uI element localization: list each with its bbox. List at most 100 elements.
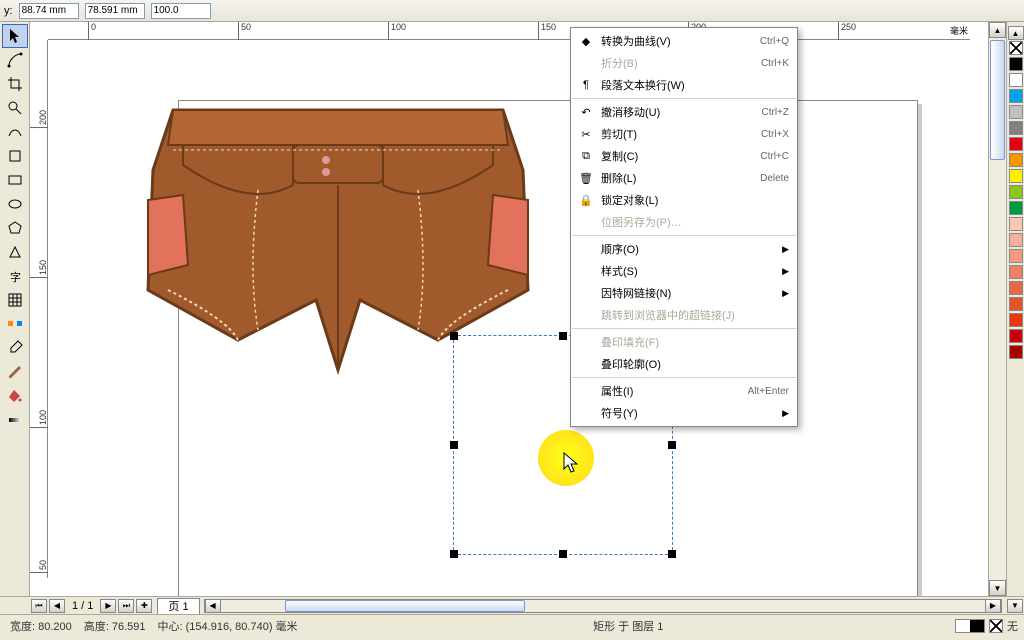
color-swatch[interactable] (1009, 89, 1023, 103)
menu-item[interactable]: 顺序(O)▶ (571, 238, 797, 260)
resize-handle-se[interactable] (668, 550, 676, 558)
interactive-fill-tool[interactable] (2, 408, 28, 432)
palette-up-button[interactable]: ▲ (1008, 26, 1024, 40)
table-tool[interactable] (2, 288, 28, 312)
scroll-right-button[interactable]: ▶ (985, 599, 1001, 613)
color-swatch[interactable] (1009, 249, 1023, 263)
vertical-ruler[interactable]: 20015010050 (30, 40, 48, 578)
status-bar: 宽度: 80.200 高度: 76.591 中心: (154.916, 80.7… (0, 614, 1024, 636)
menu-item[interactable]: 样式(S)▶ (571, 260, 797, 282)
hruler-tick: 50 (238, 22, 251, 40)
color-swatch[interactable] (1009, 185, 1023, 199)
interactive-blend-tool[interactable] (2, 312, 28, 336)
vruler-tick: 100 (30, 410, 48, 428)
drawing-canvas[interactable] (48, 40, 970, 578)
color-swatch[interactable] (1009, 73, 1023, 87)
ellipse-tool[interactable] (2, 192, 28, 216)
color-swatch[interactable] (1009, 153, 1023, 167)
freehand-tool[interactable] (2, 120, 28, 144)
menu-item[interactable]: ✂剪切(T)Ctrl+X (571, 123, 797, 145)
menu-item[interactable]: 符号(Y)▶ (571, 402, 797, 424)
svg-text:字: 字 (10, 270, 21, 284)
color-swatch[interactable] (1009, 201, 1023, 215)
hscroll-thumb[interactable] (285, 600, 525, 612)
menu-item: 跳转到浏览器中的超链接(J) (571, 304, 797, 326)
resize-handle-sw[interactable] (450, 550, 458, 558)
no-color-swatch[interactable] (1009, 41, 1023, 55)
last-page-button[interactable]: ⏭ (118, 599, 134, 613)
menu-item[interactable]: 叠印轮廓(O) (571, 353, 797, 375)
first-page-button[interactable]: ⏮ (31, 599, 47, 613)
vertical-scrollbar[interactable]: ▲ ▼ (988, 22, 1006, 596)
color-swatch[interactable] (1009, 57, 1023, 71)
menu-item[interactable]: ⧉复制(C)Ctrl+C (571, 145, 797, 167)
resize-handle-e[interactable] (668, 441, 676, 449)
menu-item[interactable]: 🔒锁定对象(L) (571, 189, 797, 211)
y-position-input[interactable] (85, 3, 145, 19)
crop-tool[interactable] (2, 72, 28, 96)
eyedropper-tool[interactable] (2, 336, 28, 360)
horizontal-ruler[interactable]: 050100150200250300 (48, 22, 970, 40)
pick-tool[interactable] (2, 24, 28, 48)
next-page-button[interactable]: ▶ (100, 599, 116, 613)
resize-handle-w[interactable] (450, 441, 458, 449)
vscroll-thumb[interactable] (990, 40, 1005, 160)
context-menu: ◆转换为曲线(V)Ctrl+Q折分(B)Ctrl+K¶段落文本换行(W)↶撤消移… (570, 27, 798, 427)
color-swatch[interactable] (1009, 105, 1023, 119)
zoom-input[interactable] (151, 3, 211, 19)
zoom-tool[interactable] (2, 96, 28, 120)
color-swatch[interactable] (1009, 265, 1023, 279)
basic-shapes-tool[interactable] (2, 240, 28, 264)
menu-item[interactable]: 属性(I)Alt+Enter (571, 380, 797, 402)
resize-handle-n[interactable] (559, 332, 567, 340)
submenu-arrow-icon: ▶ (782, 288, 789, 299)
scroll-down-button[interactable]: ▼ (989, 580, 1006, 596)
menu-item[interactable]: 🗑删除(L)Delete (571, 167, 797, 189)
status-center: 中心: (154.916, 80.740) 毫米 (154, 618, 302, 634)
menu-item[interactable]: ◆转换为曲线(V)Ctrl+Q (571, 30, 797, 52)
color-swatch[interactable] (1009, 217, 1023, 231)
prev-page-button[interactable]: ◀ (49, 599, 65, 613)
scroll-left-button[interactable]: ◀ (205, 599, 221, 613)
horizontal-scrollbar[interactable]: ◀ ▶ (204, 599, 1002, 613)
menu-label: 位图另存为(P)… (597, 214, 789, 230)
menu-item[interactable]: ↶撤消移动(U)Ctrl+Z (571, 101, 797, 123)
x-position-input[interactable] (19, 3, 79, 19)
fill-tool[interactable] (2, 384, 28, 408)
menu-label: 跳转到浏览器中的超链接(J) (597, 307, 789, 323)
submenu-arrow-icon: ▶ (782, 244, 789, 255)
color-palette: ▲ (1006, 22, 1024, 596)
para-icon: ¶ (575, 79, 597, 91)
color-swatch[interactable] (1009, 281, 1023, 295)
color-swatch[interactable] (1009, 297, 1023, 311)
menu-label: 剪切(T) (597, 126, 761, 142)
menu-label: 删除(L) (597, 170, 760, 186)
color-swatch[interactable] (1009, 169, 1023, 183)
fill-indicator[interactable] (955, 619, 985, 633)
color-swatch[interactable] (1009, 137, 1023, 151)
color-swatch[interactable] (1009, 121, 1023, 135)
color-swatch[interactable] (1009, 345, 1023, 359)
add-page-button[interactable]: ✚ (136, 599, 152, 613)
color-swatch[interactable] (1009, 313, 1023, 327)
scroll-up-button[interactable]: ▲ (989, 22, 1006, 38)
smart-fill-tool[interactable] (2, 144, 28, 168)
rectangle-tool[interactable] (2, 168, 28, 192)
menu-item[interactable]: ¶段落文本换行(W) (571, 74, 797, 96)
outline-tool[interactable] (2, 360, 28, 384)
page-tab[interactable]: 页 1 (157, 598, 199, 614)
palette-down-button[interactable]: ▼ (1007, 599, 1023, 613)
resize-handle-s[interactable] (559, 550, 567, 558)
resize-handle-nw[interactable] (450, 332, 458, 340)
polygon-tool[interactable] (2, 216, 28, 240)
vruler-tick: 50 (30, 560, 48, 573)
vscroll-track[interactable] (989, 38, 1006, 580)
outline-indicator[interactable] (989, 619, 1003, 633)
shape-tool[interactable] (2, 48, 28, 72)
color-swatch[interactable] (1009, 233, 1023, 247)
color-swatch[interactable] (1009, 329, 1023, 343)
text-tool[interactable]: 字 (2, 264, 28, 288)
cut-icon: ✂ (575, 128, 597, 141)
undo-icon: ↶ (575, 106, 597, 119)
menu-item[interactable]: 因特网链接(N)▶ (571, 282, 797, 304)
